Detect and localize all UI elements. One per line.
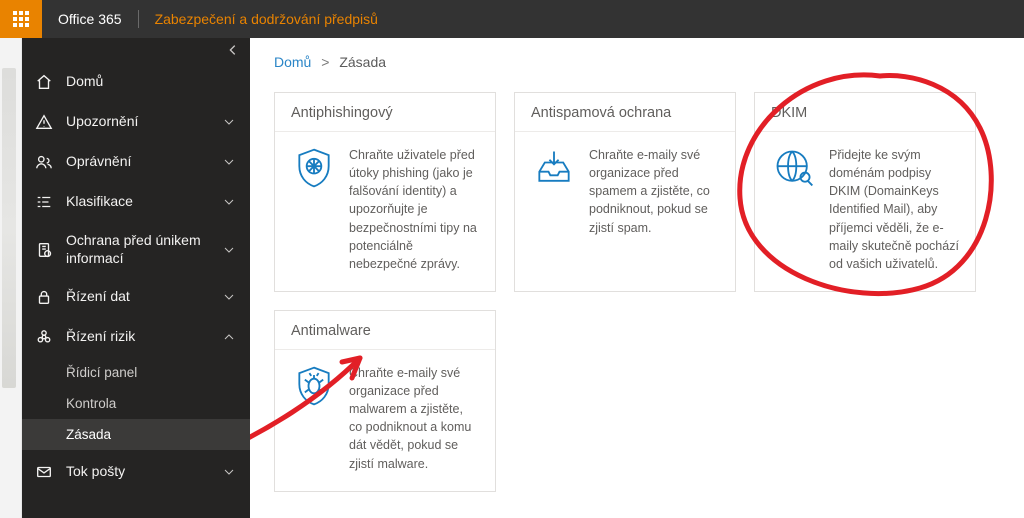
sidebar-item-label: Ochrana před únikem informací: [66, 232, 222, 267]
chevron-down-icon: [222, 196, 236, 208]
shield-bug-icon: [291, 364, 337, 473]
sidebar-item-threat-management[interactable]: Řízení rizik: [22, 317, 250, 357]
sidebar-item-label: Řízení dat: [66, 288, 222, 306]
sidebar-collapse-button[interactable]: [22, 38, 250, 62]
biohazard-icon: [34, 327, 54, 347]
breadcrumb-home-link[interactable]: Domů: [274, 54, 311, 70]
sidebar-item-label: Domů: [66, 73, 236, 91]
card-title: Antispamová ochrana: [515, 93, 735, 131]
chevron-up-icon: [222, 331, 236, 343]
card-antispam[interactable]: Antispamová ochrana Chraňte e-maily své …: [514, 92, 736, 292]
body: Domů Upozornění Oprávnění Klasifikace: [0, 38, 1024, 518]
sidebar-item-home[interactable]: Domů: [22, 62, 250, 102]
sidebar-subitem-policy[interactable]: Zásada: [22, 419, 250, 450]
sidebar-item-mail-flow[interactable]: Tok pošty: [22, 452, 250, 492]
alert-icon: [34, 112, 54, 132]
sidebar-item-label: Klasifikace: [66, 193, 222, 211]
chevron-down-icon: [222, 156, 236, 168]
sidebar-item-permissions[interactable]: Oprávnění: [22, 142, 250, 182]
sidebar-item-alerts[interactable]: Upozornění: [22, 102, 250, 142]
breadcrumb-separator: >: [315, 54, 335, 70]
dlp-icon: [34, 240, 54, 260]
sidebar-item-classification[interactable]: Klasifikace: [22, 182, 250, 222]
home-icon: [34, 72, 54, 92]
breadcrumb: Domů > Zásada: [274, 54, 1000, 70]
lock-icon: [34, 287, 54, 307]
topbar: Office 365 Zabezpečení a dodržování před…: [0, 0, 1024, 38]
sidebar-item-data-governance[interactable]: Řízení dat: [22, 277, 250, 317]
chevron-down-icon: [222, 116, 236, 128]
sidebar-item-label: Tok pošty: [66, 463, 222, 481]
chevron-down-icon: [222, 244, 236, 256]
card-title: DKIM: [755, 93, 975, 131]
main: Domů > Zásada Antiphishingový Chraňte už…: [250, 38, 1024, 518]
card-description: Přidejte ke svým doménám podpisy DKIM (D…: [829, 146, 959, 273]
brand-link[interactable]: Office 365: [42, 11, 138, 27]
sidebar-item-label: Řízení rizik: [66, 328, 222, 346]
card-antimalware[interactable]: Antimalware Chraňte e-maily své organiza…: [274, 310, 496, 492]
card-antiphishing[interactable]: Antiphishingový Chraňte uživatele před ú…: [274, 92, 496, 292]
mail-icon: [34, 462, 54, 482]
sidebar: Domů Upozornění Oprávnění Klasifikace: [22, 38, 250, 518]
sidebar-nav: Domů Upozornění Oprávnění Klasifikace: [22, 62, 250, 518]
sidebar-subitem-review[interactable]: Kontrola: [22, 388, 250, 419]
waffle-icon: [13, 11, 29, 27]
sidebar-item-dlp[interactable]: Ochrana před únikem informací: [22, 222, 250, 277]
app-launcher-button[interactable]: [0, 0, 42, 38]
card-title: Antiphishingový: [275, 93, 495, 131]
main-content[interactable]: Domů > Zásada Antiphishingový Chraňte už…: [250, 38, 1024, 518]
globe-key-icon: [771, 146, 817, 273]
card-title: Antimalware: [275, 311, 495, 349]
card-description: Chraňte e-maily své organizace před malw…: [349, 364, 479, 473]
classification-icon: [34, 192, 54, 212]
app-root: Office 365 Zabezpečení a dodržování před…: [0, 0, 1024, 518]
product-title: Zabezpečení a dodržování předpisů: [139, 11, 394, 27]
card-description: Chraňte e-maily své organizace před spam…: [589, 146, 719, 237]
card-description: Chraňte uživatele před útoky phishing (j…: [349, 146, 479, 273]
card-dkim[interactable]: DKIM Přidejte ke svým doménám podpisy DK…: [754, 92, 976, 292]
shield-wheel-icon: [291, 146, 337, 273]
breadcrumb-current: Zásada: [339, 54, 386, 70]
chevron-down-icon: [222, 466, 236, 478]
sidebar-item-label: Upozornění: [66, 113, 222, 131]
card-grid: Antiphishingový Chraňte uživatele před ú…: [274, 92, 1000, 492]
permissions-icon: [34, 152, 54, 172]
chevron-down-icon: [222, 291, 236, 303]
chevron-left-icon: [226, 43, 240, 57]
left-gutter: [0, 38, 22, 518]
inbox-download-icon: [531, 146, 577, 237]
sidebar-item-label: Oprávnění: [66, 153, 222, 171]
sidebar-subitem-dashboard[interactable]: Řídicí panel: [22, 357, 250, 388]
